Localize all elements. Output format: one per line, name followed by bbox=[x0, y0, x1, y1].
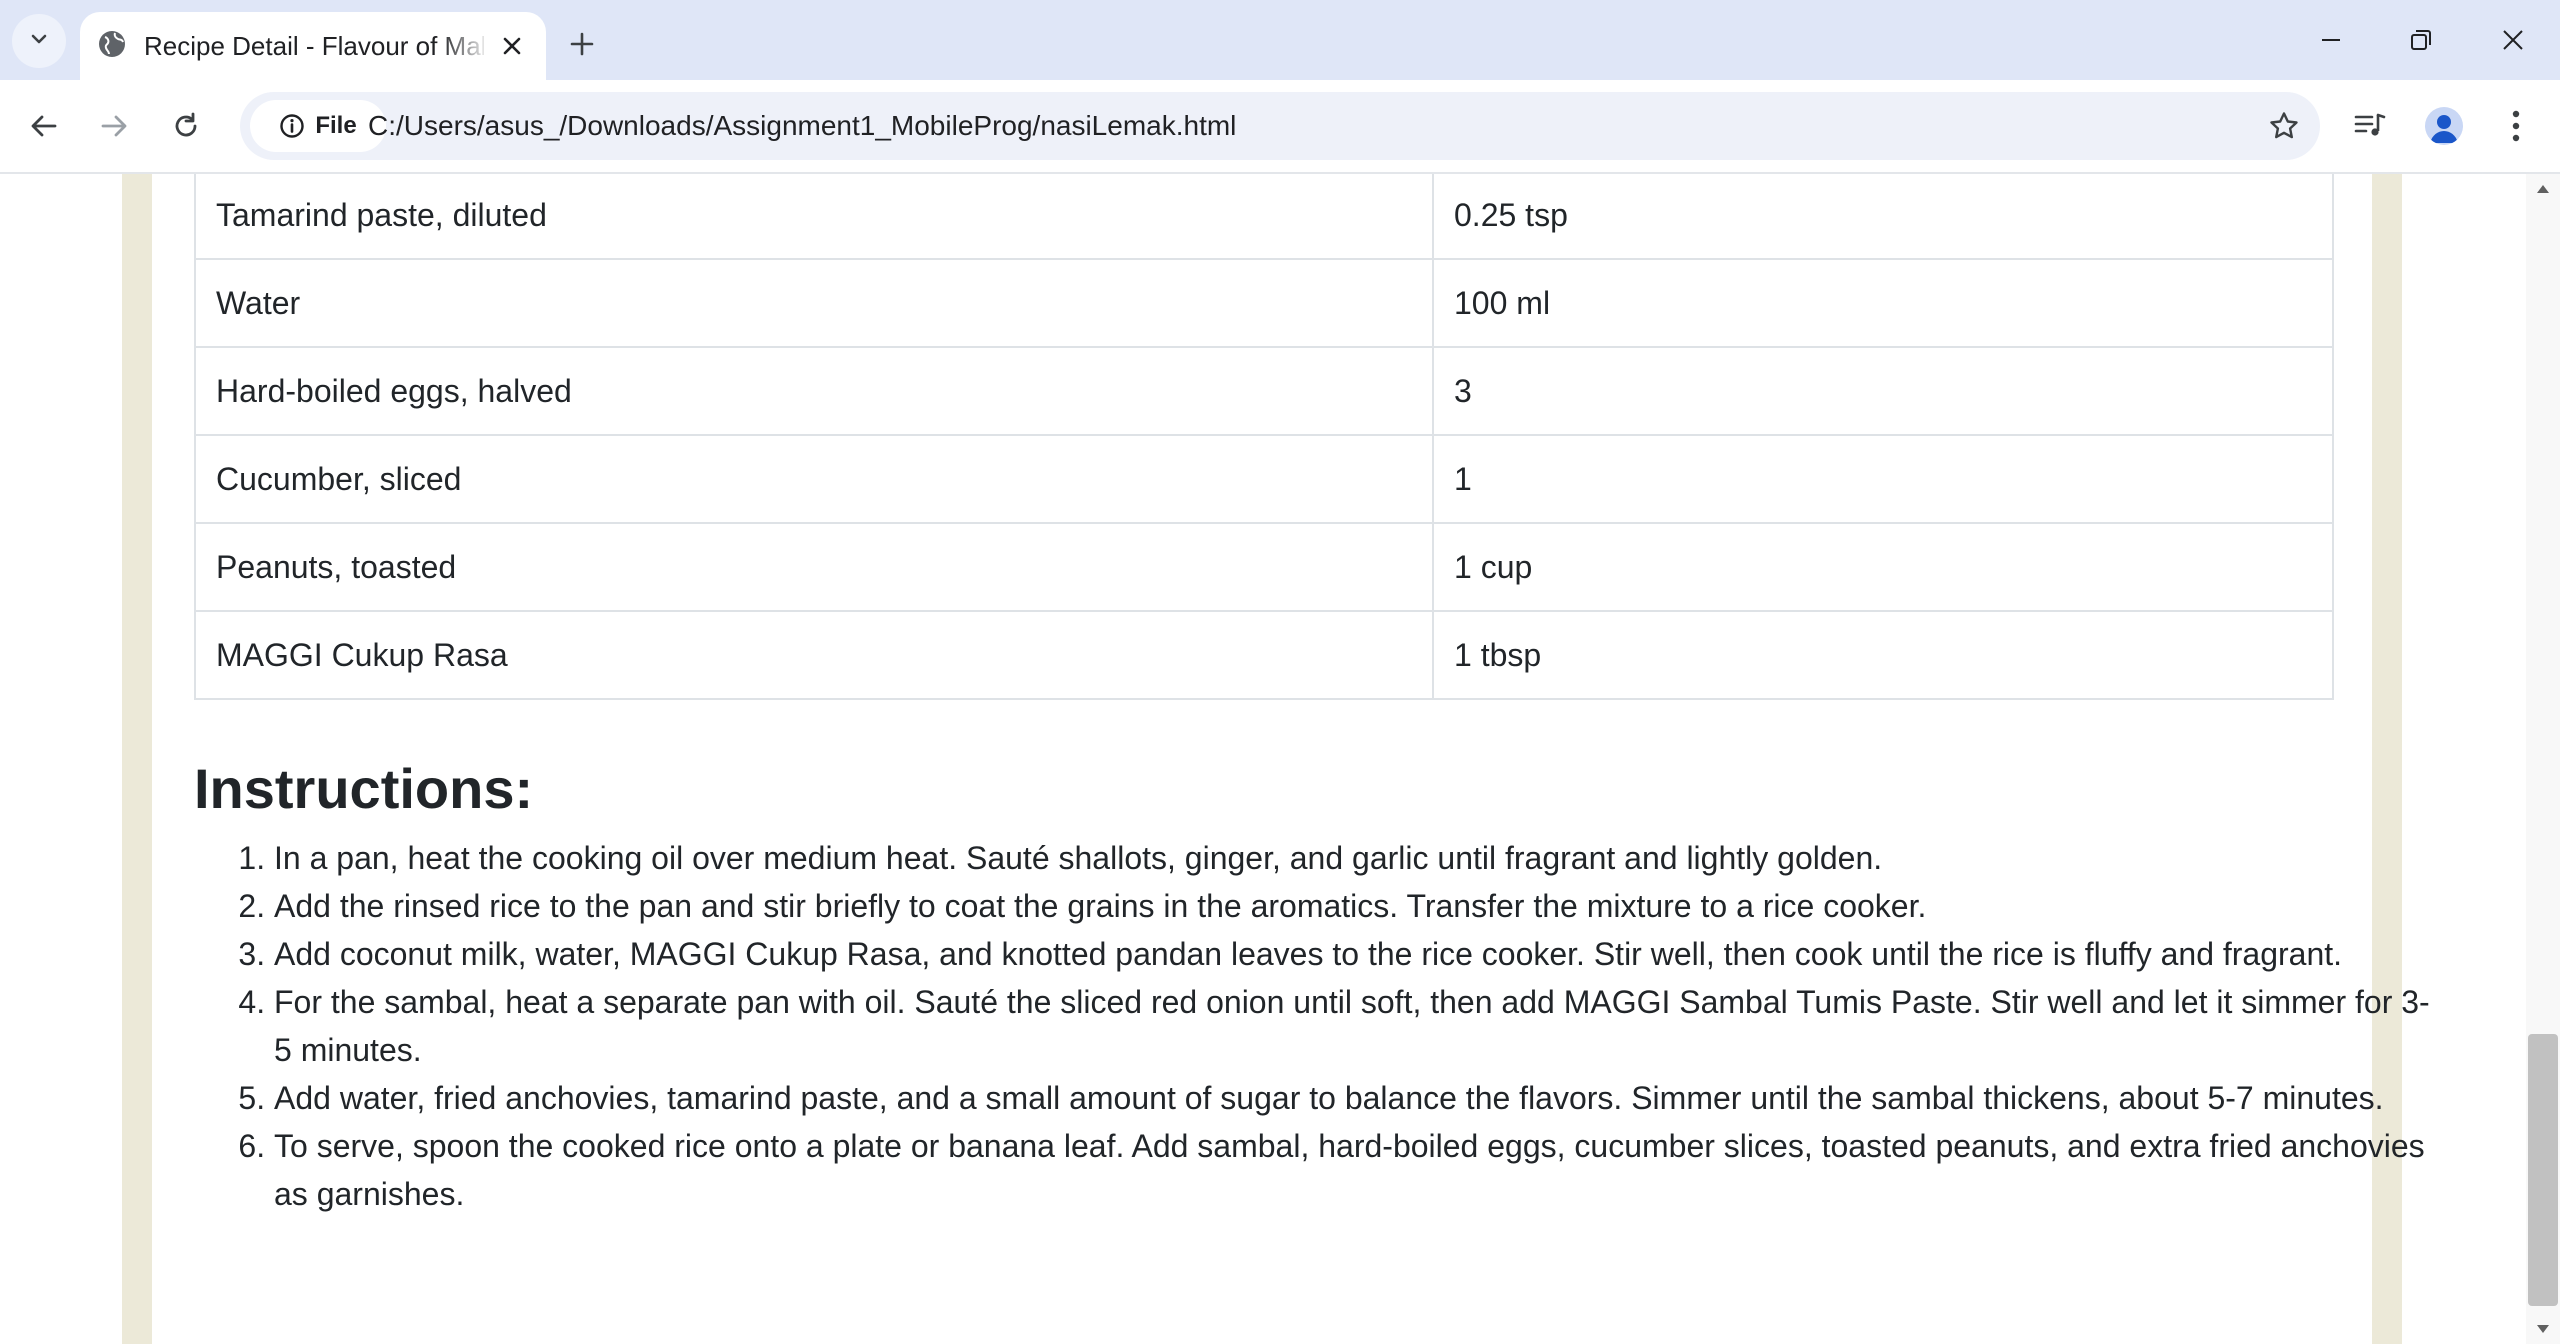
ingredient-amount: 0.25 tsp bbox=[1432, 174, 2334, 260]
arrow-left-icon bbox=[31, 115, 57, 137]
ingredient-name: Peanuts, toasted bbox=[194, 522, 1434, 612]
triangle-up-icon bbox=[2537, 185, 2549, 193]
instructions-heading: Instructions: bbox=[194, 757, 534, 820]
close-icon bbox=[503, 37, 521, 55]
table-row: MAGGI Cukup Rasa 1 tbsp bbox=[194, 610, 2334, 700]
ingredient-name: MAGGI Cukup Rasa bbox=[194, 610, 1434, 700]
close-icon bbox=[2503, 30, 2523, 50]
reload-icon bbox=[175, 112, 197, 137]
tab-search-button[interactable] bbox=[12, 14, 66, 68]
table-row: Peanuts, toasted 1 cup bbox=[194, 522, 2334, 612]
restore-icon bbox=[2411, 30, 2431, 50]
restore-button[interactable] bbox=[2386, 12, 2456, 68]
ingredient-name: Tamarind paste, diluted bbox=[194, 174, 1434, 260]
browser-toolbar: File C:/Users/asus_/Downloads/Assignment… bbox=[0, 80, 2560, 174]
profile-icon bbox=[2425, 107, 2463, 145]
media-control-icon bbox=[2354, 113, 2386, 136]
back-button[interactable] bbox=[18, 100, 70, 152]
minimize-button[interactable] bbox=[2296, 12, 2366, 68]
forward-button[interactable] bbox=[88, 100, 140, 152]
globe-icon bbox=[96, 28, 128, 60]
scroll-down-button[interactable] bbox=[2526, 1314, 2560, 1344]
instruction-step: To serve, spoon the cooked rice onto a p… bbox=[274, 1122, 2434, 1218]
ingredient-name: Hard-boiled eggs, halved bbox=[194, 346, 1434, 436]
chevron-down-icon bbox=[27, 27, 51, 56]
browser-menu-button[interactable] bbox=[2490, 100, 2542, 152]
instruction-step: For the sambal, heat a separate pan with… bbox=[274, 978, 2434, 1074]
close-window-button[interactable] bbox=[2478, 12, 2548, 68]
plus-icon bbox=[570, 32, 594, 56]
instruction-step: Add the rinsed rice to the pan and stir … bbox=[274, 882, 2434, 930]
star-icon bbox=[2270, 112, 2298, 139]
media-control-button[interactable] bbox=[2344, 100, 2396, 152]
minimize-icon bbox=[2322, 39, 2340, 41]
ingredient-amount: 1 bbox=[1432, 434, 2334, 524]
instruction-step: Add coconut milk, water, MAGGI Cukup Ras… bbox=[274, 930, 2434, 978]
url-text[interactable]: C:/Users/asus_/Downloads/Assignment1_Mob… bbox=[368, 92, 1236, 160]
scroll-up-button[interactable] bbox=[2526, 174, 2560, 204]
reload-button[interactable] bbox=[160, 100, 212, 152]
table-row: Water 100 ml bbox=[194, 258, 2334, 348]
ingredient-name: Cucumber, sliced bbox=[194, 434, 1434, 524]
table-row: Cucumber, sliced 1 bbox=[194, 434, 2334, 524]
active-tab[interactable]: Recipe Detail - Flavour of Malaysia bbox=[80, 12, 546, 80]
tab-strip: Recipe Detail - Flavour of Malaysia bbox=[0, 0, 2560, 80]
address-bar[interactable]: File C:/Users/asus_/Downloads/Assignment… bbox=[240, 92, 2320, 160]
table-row: Hard-boiled eggs, halved 3 bbox=[194, 346, 2334, 436]
profile-button[interactable] bbox=[2418, 100, 2470, 152]
vertical-scrollbar[interactable] bbox=[2526, 174, 2560, 1344]
ingredient-amount: 3 bbox=[1432, 346, 2334, 436]
new-tab-button[interactable] bbox=[558, 20, 606, 68]
triangle-down-icon bbox=[2537, 1325, 2549, 1333]
info-icon bbox=[280, 114, 305, 138]
page-side-background bbox=[122, 174, 152, 1344]
ingredient-amount: 1 tbsp bbox=[1432, 610, 2334, 700]
instruction-step: Add water, fried anchovies, tamarind pas… bbox=[274, 1074, 2434, 1122]
scrollbar-thumb[interactable] bbox=[2528, 1034, 2558, 1306]
ingredient-amount: 1 cup bbox=[1432, 522, 2334, 612]
tab-title: Recipe Detail - Flavour of Malaysia bbox=[144, 31, 484, 61]
ingredients-table: Tamarind paste, diluted 0.25 tsp Water 1… bbox=[194, 174, 2334, 700]
ingredient-name: Water bbox=[194, 258, 1434, 348]
kebab-menu-icon bbox=[2512, 110, 2520, 142]
ingredient-amount: 100 ml bbox=[1432, 258, 2334, 348]
site-info-label: File bbox=[315, 112, 357, 139]
table-row: Tamarind paste, diluted 0.25 tsp bbox=[194, 174, 2334, 260]
page-viewport: Tamarind paste, diluted 0.25 tsp Water 1… bbox=[0, 174, 2526, 1344]
instruction-step: In a pan, heat the cooking oil over medi… bbox=[274, 834, 2434, 882]
site-info-chip[interactable]: File bbox=[250, 100, 386, 152]
bookmark-button[interactable] bbox=[2260, 102, 2308, 150]
arrow-right-icon bbox=[101, 115, 127, 137]
tab-close-button[interactable] bbox=[492, 26, 532, 66]
instructions-list: In a pan, heat the cooking oil over medi… bbox=[194, 834, 2434, 1218]
recipe-card: Tamarind paste, diluted 0.25 tsp Water 1… bbox=[152, 174, 2430, 1344]
